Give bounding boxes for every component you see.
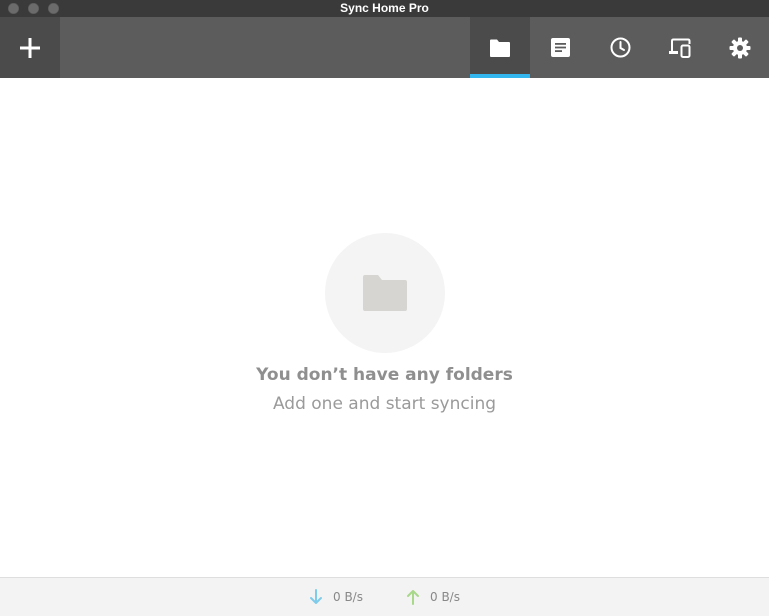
plus-icon	[20, 37, 40, 58]
app-window: Sync Home Pro You don’t have any folders…	[0, 0, 769, 616]
gear-icon	[729, 37, 750, 58]
folder-icon	[363, 275, 407, 311]
document-icon	[550, 38, 570, 57]
add-folder-button[interactable]	[0, 17, 60, 78]
empty-state-illustration	[325, 233, 445, 353]
toolbar	[0, 17, 769, 78]
devices-icon	[669, 38, 691, 58]
clock-icon	[610, 37, 630, 58]
tab-devices[interactable]	[650, 17, 710, 78]
download-rate-value: 0 B/s	[333, 590, 363, 604]
arrow-down-icon	[310, 589, 322, 604]
upload-rate-value: 0 B/s	[430, 590, 460, 604]
title-bar: Sync Home Pro	[0, 0, 769, 17]
status-bar: 0 B/s 0 B/s	[0, 577, 769, 616]
tab-settings[interactable]	[710, 17, 769, 78]
tab-transfers[interactable]	[530, 17, 590, 78]
tab-history[interactable]	[590, 17, 650, 78]
empty-state: You don’t have any folders Add one and s…	[0, 78, 769, 577]
arrow-up-icon	[407, 590, 419, 605]
window-title: Sync Home Pro	[340, 1, 429, 15]
download-rate: 0 B/s	[309, 578, 363, 616]
empty-state-title: You don’t have any folders	[256, 365, 513, 385]
folder-icon	[490, 39, 510, 57]
upload-rate: 0 B/s	[406, 578, 460, 616]
empty-state-subtitle: Add one and start syncing	[272, 394, 497, 414]
main-tabs	[470, 17, 769, 78]
tab-folders[interactable]	[470, 17, 530, 78]
